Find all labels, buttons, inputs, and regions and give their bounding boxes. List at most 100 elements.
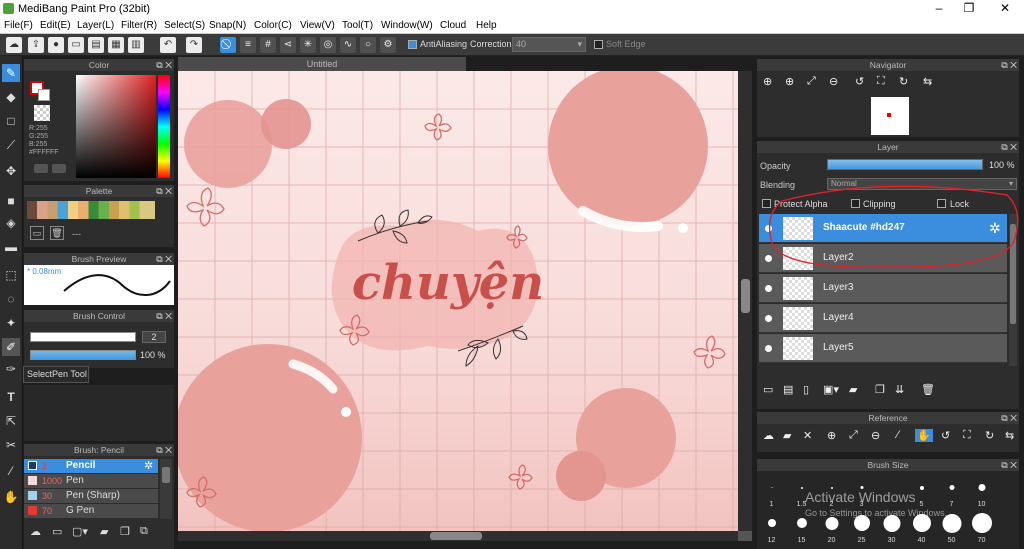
layout-icon[interactable]: ▥ xyxy=(128,37,144,53)
brush-list-scrollbar[interactable] xyxy=(160,459,172,519)
actual-size-icon[interactable]: ⛶ xyxy=(963,429,971,442)
trash-icon[interactable]: 🗑 xyxy=(921,383,935,396)
layer-row-layer3[interactable]: Layer3 xyxy=(759,274,1007,303)
zoom-in-icon[interactable]: ⊕ xyxy=(763,75,772,88)
eraser-tool-icon[interactable]: ◆ xyxy=(2,88,20,106)
menu-snap[interactable]: Snap(N) xyxy=(209,20,246,31)
operation-tool-icon[interactable]: ⇱ xyxy=(2,412,20,430)
eye-icon[interactable] xyxy=(765,345,772,352)
divide-tool-icon[interactable]: ✂ xyxy=(2,436,20,454)
snap-settings-icon[interactable]: ⚙ xyxy=(380,37,396,53)
rotate-left-icon[interactable]: ↺ xyxy=(855,75,864,88)
concentric-icon[interactable]: ◎ xyxy=(320,37,336,53)
canvas-vertical-scrollbar[interactable] xyxy=(738,71,752,531)
new-layer-icon[interactable]: ▭ xyxy=(763,383,773,396)
panel-controls-icon[interactable]: ⧉ ✕ xyxy=(1001,459,1017,471)
upload-icon[interactable]: ⇪ xyxy=(28,37,44,53)
select-pen-tool-icon[interactable]: ✐ xyxy=(2,338,20,356)
brush-item-pen-sharp[interactable]: 30 Pen (Sharp) xyxy=(24,489,158,503)
merge-layer-icon[interactable]: ⇊ xyxy=(895,383,904,396)
brush-menu-icon[interactable]: ▢▾ xyxy=(72,525,88,538)
bucket-tool-icon[interactable]: ◈ xyxy=(2,214,20,232)
layer-row-layer5[interactable]: Layer5 xyxy=(759,334,1007,363)
drawing-canvas[interactable]: chuyện xyxy=(178,71,738,531)
zoom-out-icon[interactable]: ⊖ xyxy=(829,75,838,88)
zoom-out-icon[interactable]: ⊖ xyxy=(871,429,880,442)
flip-icon[interactable]: ⇆ xyxy=(923,75,932,88)
lasso-tool-icon[interactable]: ◌ xyxy=(2,290,20,308)
menu-help[interactable]: Help xyxy=(476,20,497,31)
fill-rect-tool-icon[interactable]: ■ xyxy=(2,192,20,210)
palette-swatches[interactable] xyxy=(27,201,155,219)
scroll-thumb[interactable] xyxy=(430,532,482,540)
rotate-right-icon[interactable]: ↻ xyxy=(899,75,908,88)
select-tool-icon[interactable]: ⬚ xyxy=(2,266,20,284)
document-icon[interactable]: ▤ xyxy=(88,37,104,53)
text-tool-icon[interactable]: T xyxy=(2,388,20,406)
menu-select[interactable]: Select(S) xyxy=(164,20,205,31)
menu-filter[interactable]: Filter(R) xyxy=(121,20,157,31)
color-picker-square[interactable] xyxy=(76,75,156,178)
new-file-icon[interactable]: ▭ xyxy=(68,37,84,53)
redo-icon[interactable]: ↷ xyxy=(186,37,202,53)
menu-color[interactable]: Color(C) xyxy=(254,20,292,31)
curve-snap-icon[interactable]: ∿ xyxy=(340,37,356,53)
copy-icon[interactable]: ⧉ xyxy=(140,525,148,538)
close-icon[interactable]: ✕ xyxy=(998,1,1012,15)
radial-lines-icon[interactable]: ✳ xyxy=(300,37,316,53)
rotate-right-icon[interactable]: ↻ xyxy=(985,429,994,442)
restore-icon[interactable]: ❐ xyxy=(962,1,976,15)
flip-icon[interactable]: ⇆ xyxy=(1005,429,1014,442)
panel-controls-icon[interactable]: ⧉ ✕ xyxy=(156,444,172,456)
add-brush-icon[interactable]: ▭ xyxy=(52,525,62,538)
panel-controls-icon[interactable]: ⧉ ✕ xyxy=(1001,59,1017,71)
brush-tool-icon[interactable]: ✎ xyxy=(2,64,20,82)
brush-size-1[interactable]: 1 xyxy=(757,473,786,508)
hand-icon[interactable]: ✋ xyxy=(915,429,933,442)
minimize-icon[interactable]: – xyxy=(932,1,946,15)
soft-edge-checkbox[interactable] xyxy=(594,40,603,49)
menu-cloud[interactable]: Cloud xyxy=(440,20,466,31)
grid-icon[interactable]: ▦ xyxy=(108,37,124,53)
menu-view[interactable]: View(V) xyxy=(300,20,335,31)
grid-snap-icon[interactable]: # xyxy=(260,37,276,53)
secondary-color-swatch[interactable] xyxy=(38,89,50,101)
brush-opacity-slider[interactable] xyxy=(30,350,136,360)
color-mode-button[interactable] xyxy=(34,164,48,173)
new-8bit-layer-icon[interactable]: ▯ xyxy=(803,383,809,396)
eyedropper-icon[interactable]: ⁄ xyxy=(897,429,899,441)
layer-row-layer4[interactable]: Layer4 xyxy=(759,304,1007,333)
brush-size-7[interactable]: 7 xyxy=(937,473,966,508)
cloud-icon[interactable]: ☁ xyxy=(763,429,774,442)
scroll-thumb[interactable] xyxy=(741,279,750,313)
new-halftone-layer-icon[interactable]: ▤ xyxy=(783,383,793,396)
fit-icon[interactable]: ⤢ xyxy=(807,75,816,88)
transparent-swatch[interactable] xyxy=(34,105,50,121)
rectangle-tool-icon[interactable]: □ xyxy=(2,112,20,130)
document-tab[interactable]: Untitled xyxy=(178,57,466,71)
open-folder-icon[interactable]: ▰ xyxy=(783,429,791,442)
eye-icon[interactable] xyxy=(765,285,772,292)
magic-wand-icon[interactable]: ✦ xyxy=(2,314,20,332)
gradient-tool-icon[interactable]: ▬ xyxy=(2,238,20,256)
menu-file[interactable]: File(F) xyxy=(4,20,33,31)
panel-controls-icon[interactable]: ⧉ ✕ xyxy=(156,59,172,71)
panel-controls-icon[interactable]: ⧉ ✕ xyxy=(1001,412,1017,424)
menu-layer[interactable]: Layer(L) xyxy=(77,20,114,31)
parallel-snap-icon[interactable]: ≡ xyxy=(240,37,256,53)
line-tool-icon[interactable]: ⟋ xyxy=(2,136,20,154)
rotate-left-icon[interactable]: ↺ xyxy=(941,429,950,442)
panel-controls-icon[interactable]: ⧉ ✕ xyxy=(1001,141,1017,153)
trash-icon[interactable]: 🗑 xyxy=(50,226,64,240)
comment-icon[interactable]: ● xyxy=(48,37,64,53)
circle-snap-icon[interactable]: ○ xyxy=(360,37,376,53)
new-palette-icon[interactable]: ▭ xyxy=(30,226,44,240)
brush-size-12[interactable]: 12 xyxy=(757,511,786,544)
panel-controls-icon[interactable]: ⧉ ✕ xyxy=(156,253,172,265)
menu-edit[interactable]: Edit(E) xyxy=(40,20,71,31)
hue-slider[interactable] xyxy=(158,75,170,178)
eyedropper-tool-icon[interactable]: ⁄ xyxy=(2,462,20,480)
gear-icon[interactable]: ✲ xyxy=(144,459,153,472)
brush-item-pen[interactable]: 1000 Pen xyxy=(24,474,158,488)
brush-size-slider[interactable] xyxy=(30,332,136,342)
